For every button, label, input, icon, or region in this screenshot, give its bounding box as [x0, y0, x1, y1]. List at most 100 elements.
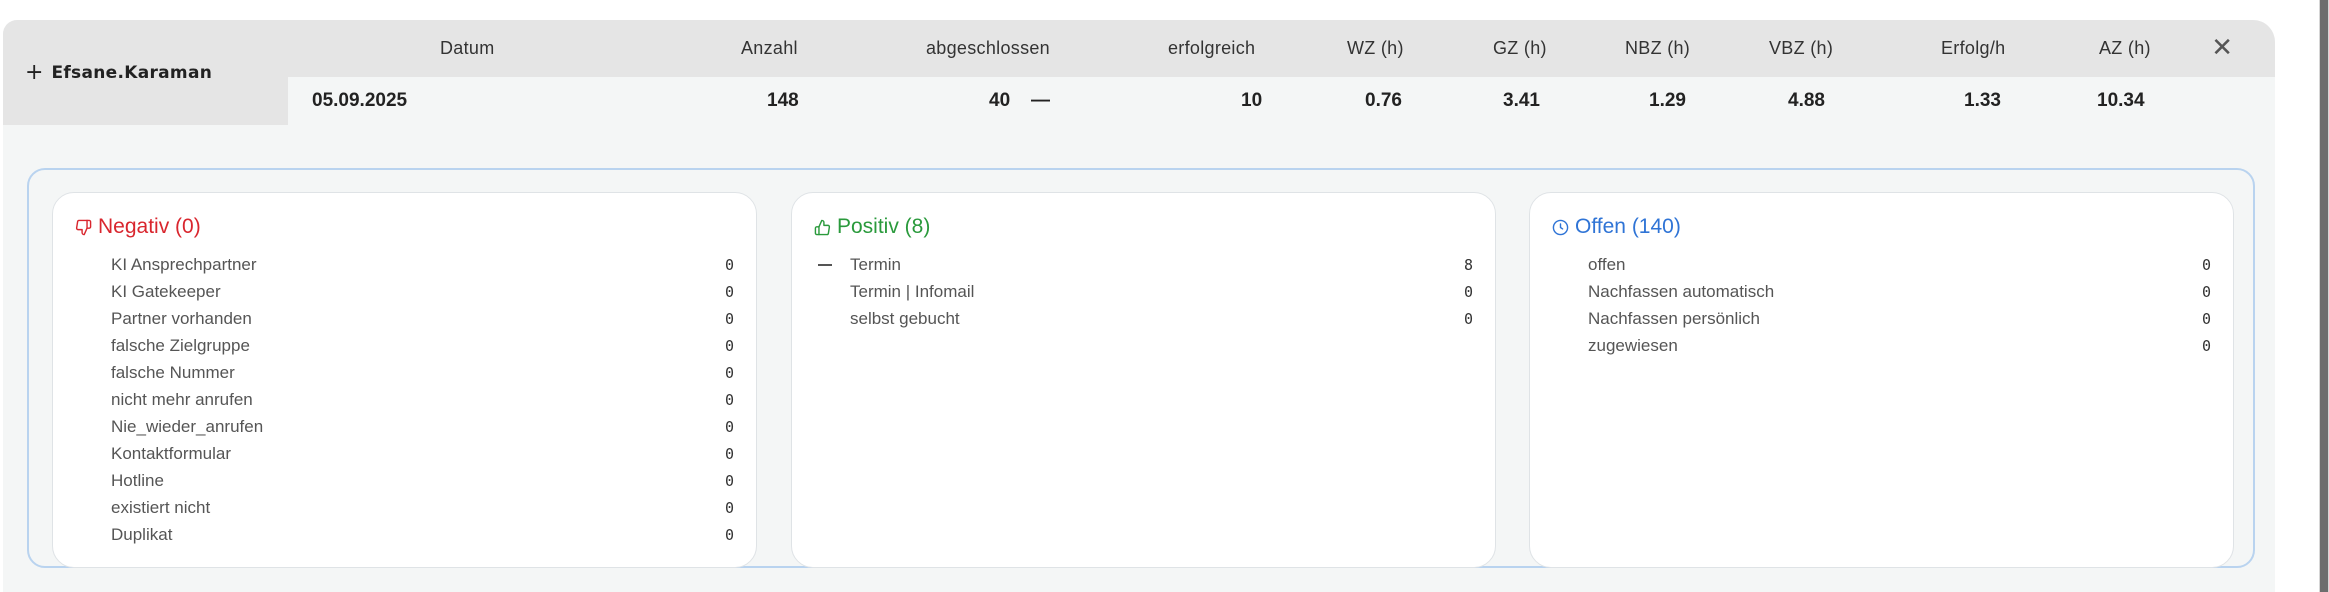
stats-card: + Efsane.Karaman Datum Anzahl abgeschlos…: [3, 20, 2275, 592]
thumbs-down-icon: [75, 219, 92, 235]
list-item: Nie_wieder_anrufen 0: [53, 413, 756, 440]
item-label: Partner vorhanden: [111, 308, 252, 328]
item-value: 0: [2201, 255, 2211, 274]
item-value: 8: [1463, 255, 1473, 274]
item-value: 0: [724, 390, 734, 409]
item-label: Duplikat: [111, 524, 173, 544]
list-item: Partner vorhanden 0: [53, 305, 756, 332]
list-item: Termin | Infomail 0: [792, 278, 1495, 305]
item-value: 0: [724, 444, 734, 463]
panel-title-text: Offen (140): [1575, 215, 1681, 238]
cell-anzahl: 148: [767, 90, 799, 111]
offen-list: offen 0 Nachfassen automatisch 0 Nachfasse…: [1530, 251, 2233, 359]
cell-wz: 0.76: [1365, 90, 1402, 111]
item-label: nicht mehr anrufen: [111, 389, 253, 409]
item-value: 0: [724, 417, 734, 436]
clock-icon: [1552, 219, 1569, 235]
list-item: selbst gebucht 0: [792, 305, 1495, 332]
item-value: 0: [2201, 282, 2211, 301]
panel-title-negativ: Negativ (0): [75, 215, 201, 239]
panel-negativ: Negativ (0) KI Ansprechpartner 0 KI Gatek…: [52, 192, 757, 568]
col-header-datum: Datum: [440, 38, 495, 58]
scrollbar-thumb[interactable]: [2320, 0, 2328, 592]
col-header-wz: WZ (h): [1347, 38, 1404, 58]
col-header-abgeschlossen: abgeschlossen: [926, 38, 1050, 58]
col-header-vbz: VBZ (h): [1769, 38, 1834, 58]
cell-nbz: 1.29: [1649, 90, 1686, 111]
item-label: falsche Zielgruppe: [111, 335, 250, 355]
negativ-list: KI Ansprechpartner 0 KI Gatekeeper 0 Partn…: [53, 251, 756, 548]
list-item: KI Ansprechpartner 0: [53, 251, 756, 278]
panel-offen: Offen (140) offen 0 Nachfassen automatisc…: [1529, 192, 2234, 568]
item-value: 0: [724, 255, 734, 274]
positiv-list: Termin 8 Termin | Infomail 0 selbst gebuch…: [792, 251, 1495, 332]
cell-abgeschlossen: 40: [989, 90, 1011, 111]
item-label: Kontaktformular: [111, 443, 231, 463]
item-label: Nachfassen persönlich: [1588, 308, 1760, 328]
col-header-nbz: NBZ (h): [1625, 38, 1691, 58]
cell-datum: 05.09.2025: [312, 90, 408, 111]
item-value: 0: [724, 363, 734, 382]
cell-vbz: 4.88: [1788, 90, 1825, 111]
minus-icon[interactable]: —: [1031, 77, 1050, 125]
panel-title-text: Positiv (8): [837, 215, 931, 238]
item-label: selbst gebucht: [850, 308, 960, 328]
col-header-az: AZ (h): [2099, 38, 2151, 58]
list-item[interactable]: Termin 8: [792, 251, 1495, 278]
item-value: 0: [724, 498, 734, 517]
item-value: 0: [724, 525, 734, 544]
item-label: Termin | Infomail: [850, 281, 975, 301]
list-item: Nachfassen persönlich 0: [1530, 305, 2233, 332]
col-header-erfolg-h: Erfolg/h: [1941, 38, 2006, 58]
collapse-icon[interactable]: [818, 264, 832, 266]
col-header-erfolgreich: erfolgreich: [1168, 38, 1256, 58]
col-header-gz: GZ (h): [1493, 38, 1547, 58]
item-value: 0: [1463, 282, 1473, 301]
cell-az: 10.34: [2097, 90, 2145, 111]
panel-title-positiv: Positiv (8): [814, 215, 930, 239]
item-value: 0: [724, 336, 734, 355]
col-header-anzahl: Anzahl: [741, 38, 798, 58]
plus-icon[interactable]: +: [25, 60, 43, 85]
item-value: 0: [2201, 309, 2211, 328]
item-label: existiert nicht: [111, 497, 211, 517]
list-item: Duplikat 0: [53, 521, 756, 548]
list-item: nicht mehr anrufen 0: [53, 386, 756, 413]
details-container: Negativ (0) KI Ansprechpartner 0 KI Gatek…: [27, 168, 2255, 568]
item-value: 0: [724, 471, 734, 490]
panel-title-text: Negativ (0): [98, 215, 201, 238]
list-item: offen 0: [1530, 251, 2233, 278]
item-value: 0: [2201, 336, 2211, 355]
item-label: Hotline: [111, 470, 164, 490]
list-item: Kontaktformular 0: [53, 440, 756, 467]
item-label: KI Gatekeeper: [111, 281, 221, 301]
panel-positiv: Positiv (8) Termin 8 Termin | Infomail 0 s…: [791, 192, 1496, 568]
close-icon[interactable]: ✕: [2211, 34, 2233, 62]
item-label: zugewiesen: [1588, 335, 1678, 355]
cell-gz: 3.41: [1503, 90, 1540, 111]
list-item: existiert nicht 0: [53, 494, 756, 521]
item-label: offen: [1588, 254, 1626, 274]
list-item: falsche Nummer 0: [53, 359, 756, 386]
item-label: Nie_wieder_anrufen: [111, 416, 264, 436]
item-label: Termin: [850, 254, 902, 274]
table-header: Datum Anzahl abgeschlossen erfolgreich W…: [288, 20, 2275, 77]
user-name: Efsane.Karaman: [51, 62, 213, 83]
list-item: zugewiesen 0: [1530, 332, 2233, 359]
item-label: Nachfassen automatisch: [1588, 281, 1775, 301]
list-item: Hotline 0: [53, 467, 756, 494]
panel-title-offen: Offen (140): [1552, 215, 1681, 239]
item-value: 0: [724, 282, 734, 301]
item-label: falsche Nummer: [111, 362, 235, 382]
list-item: KI Gatekeeper 0: [53, 278, 756, 305]
user-toggle[interactable]: + Efsane.Karaman: [3, 20, 288, 125]
page-scrollbar[interactable]: [2313, 0, 2329, 592]
item-value: 0: [1463, 309, 1473, 328]
item-label: KI Ansprechpartner: [111, 254, 257, 274]
cell-erfolg-h: 1.33: [1964, 90, 2001, 111]
item-value: 0: [724, 309, 734, 328]
list-item: Nachfassen automatisch 0: [1530, 278, 2233, 305]
thumbs-up-icon: [814, 219, 831, 235]
table-row: 05.09.2025 148 40 — 10 0.76 3.41 1.29 4.…: [288, 77, 2275, 125]
list-item: falsche Zielgruppe 0: [53, 332, 756, 359]
